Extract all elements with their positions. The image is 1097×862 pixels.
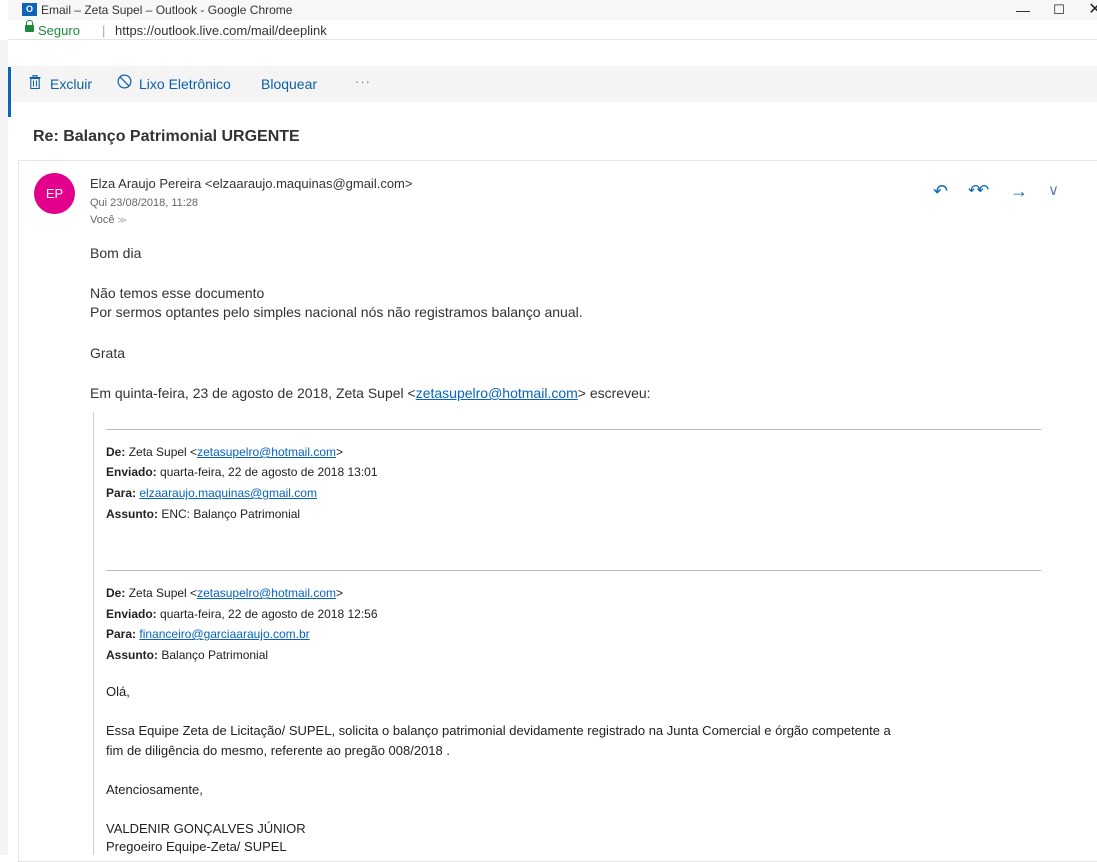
body-greeting: Bom dia — [90, 245, 142, 261]
sent-value: quarta-feira, 22 de agosto de 2018 13:01 — [160, 465, 378, 479]
sent-value: quarta-feira, 22 de agosto de 2018 12:56 — [160, 607, 378, 621]
quote-border — [93, 412, 94, 855]
from-name: Zeta Supel < — [128, 586, 198, 600]
quoted-2-signoff: Atenciosamente, — [106, 782, 203, 797]
forward-icon[interactable]: → — [1010, 181, 1028, 201]
recipient-name: Você — [90, 214, 115, 226]
expand-chevron-icon[interactable]: ∨ — [1048, 181, 1059, 201]
delete-button[interactable]: Excluir — [50, 76, 92, 92]
message-subject: Re: Balanço Patrimonial URGENTE — [33, 128, 300, 145]
subject-label: Assunto: — [106, 507, 158, 521]
trash-icon[interactable] — [29, 75, 41, 89]
quoted-1-from: De: Zeta Supel <zetasupelro@hotmail.com> — [106, 445, 343, 459]
browser-window-chrome: O Email – Zeta Supel – Outlook - Google … — [0, 0, 1097, 40]
subject-value: Balanço Patrimonial — [161, 648, 269, 662]
outlook-app-icon: O — [22, 3, 37, 16]
from-name: Zeta Supel < — [128, 445, 198, 459]
maximize-button[interactable]: ☐ — [1039, 0, 1079, 20]
address-separator: | — [102, 23, 106, 38]
quote-intro-prefix: Em quinta-feira, 23 de agosto de 2018, Z… — [90, 385, 416, 401]
expand-recipients-icon[interactable]: ≫ — [117, 215, 126, 225]
quoted-2-sent: Enviado: quarta-feira, 22 de agosto de 2… — [106, 607, 378, 621]
reply-all-icon[interactable]: ↶↶ — [968, 181, 989, 201]
from-label: De: — [106, 586, 126, 600]
sent-date: Qui 23/08/2018, 11:28 — [90, 197, 199, 209]
from-label: De: — [106, 445, 126, 459]
sent-label: Enviado: — [106, 607, 157, 621]
left-edge — [0, 40, 8, 855]
from-email-link[interactable]: zetasupelro@hotmail.com — [197, 586, 336, 600]
body-line-1: Não temos esse documento — [90, 285, 265, 301]
body-closing: Grata — [90, 345, 126, 361]
minimize-button[interactable]: — — [1003, 0, 1043, 20]
quote-divider-2 — [106, 570, 1041, 571]
quoted-2-to: Para: financeiro@garciaaraujo.com.br — [106, 627, 310, 641]
sender-name[interactable]: Elza Araujo Pereira <elzaaraujo.maquinas… — [90, 176, 412, 191]
subject-value: ENC: Balanço Patrimonial — [161, 507, 301, 521]
address-bar[interactable]: Seguro | https://outlook.live.com/mail/d… — [8, 20, 1097, 40]
quoted-2-paragraph-line-2: fim de diligência do mesmo, referente ao… — [106, 743, 450, 758]
to-email-link[interactable]: financeiro@garciaaraujo.com.br — [139, 627, 309, 641]
reply-icon[interactable]: ↶ — [933, 181, 948, 201]
block-sender-button[interactable]: Bloquear — [261, 76, 317, 92]
lock-icon — [25, 20, 34, 32]
to-label: Para: — [106, 486, 137, 500]
signature-name: VALDENIR GONÇALVES JÚNIOR — [106, 821, 306, 836]
block-icon[interactable] — [117, 74, 132, 89]
title-bar: O Email – Zeta Supel – Outlook - Google … — [8, 0, 1097, 20]
recipient-line[interactable]: Você ≫ — [90, 214, 127, 226]
avatar[interactable]: EP — [34, 173, 75, 214]
more-actions-icon[interactable]: ··· — [355, 74, 371, 89]
from-email-link[interactable]: zetasupelro@hotmail.com — [197, 445, 336, 459]
body-line-2: Por sermos optantes pelo simples naciona… — [90, 304, 583, 320]
quoted-1-to: Para: elzaaraujo.maquinas@gmail.com — [106, 486, 317, 500]
quoted-2-subject: Assunto: Balanço Patrimonial — [106, 648, 268, 662]
quote-intro: Em quinta-feira, 23 de agosto de 2018, Z… — [90, 385, 651, 401]
quoted-2-greeting: Olá, — [106, 684, 130, 699]
command-bar: Excluir Lixo Eletrônico Bloquear ··· — [11, 66, 1097, 102]
quote-intro-email-link[interactable]: zetasupelro@hotmail.com — [416, 385, 578, 401]
signature-title: Pregoeiro Equipe-Zeta/ SUPEL — [106, 839, 287, 854]
quote-divider-1 — [106, 429, 1041, 430]
sent-label: Enviado: — [106, 465, 157, 479]
quoted-1-subject: Assunto: ENC: Balanço Patrimonial — [106, 507, 300, 521]
url-text[interactable]: https://outlook.live.com/mail/deeplink — [115, 23, 327, 38]
to-label: Para: — [106, 627, 137, 641]
junk-button[interactable]: Lixo Eletrônico — [139, 76, 231, 92]
from-close: > — [336, 445, 344, 459]
subject-label: Assunto: — [106, 648, 158, 662]
to-email-link[interactable]: elzaaraujo.maquinas@gmail.com — [139, 486, 317, 500]
secure-label[interactable]: Seguro — [38, 23, 80, 38]
quoted-2-paragraph-line-1: Essa Equipe Zeta de Licitação/ SUPEL, so… — [106, 723, 891, 738]
quoted-2-from: De: Zeta Supel <zetasupelro@hotmail.com> — [106, 586, 343, 600]
window-title: Email – Zeta Supel – Outlook - Google Ch… — [41, 3, 293, 17]
close-window-button[interactable]: ✕ — [1075, 0, 1097, 20]
from-close: > — [336, 586, 344, 600]
quoted-1-sent: Enviado: quarta-feira, 22 de agosto de 2… — [106, 465, 378, 479]
quote-intro-suffix: > escreveu: — [577, 385, 651, 401]
